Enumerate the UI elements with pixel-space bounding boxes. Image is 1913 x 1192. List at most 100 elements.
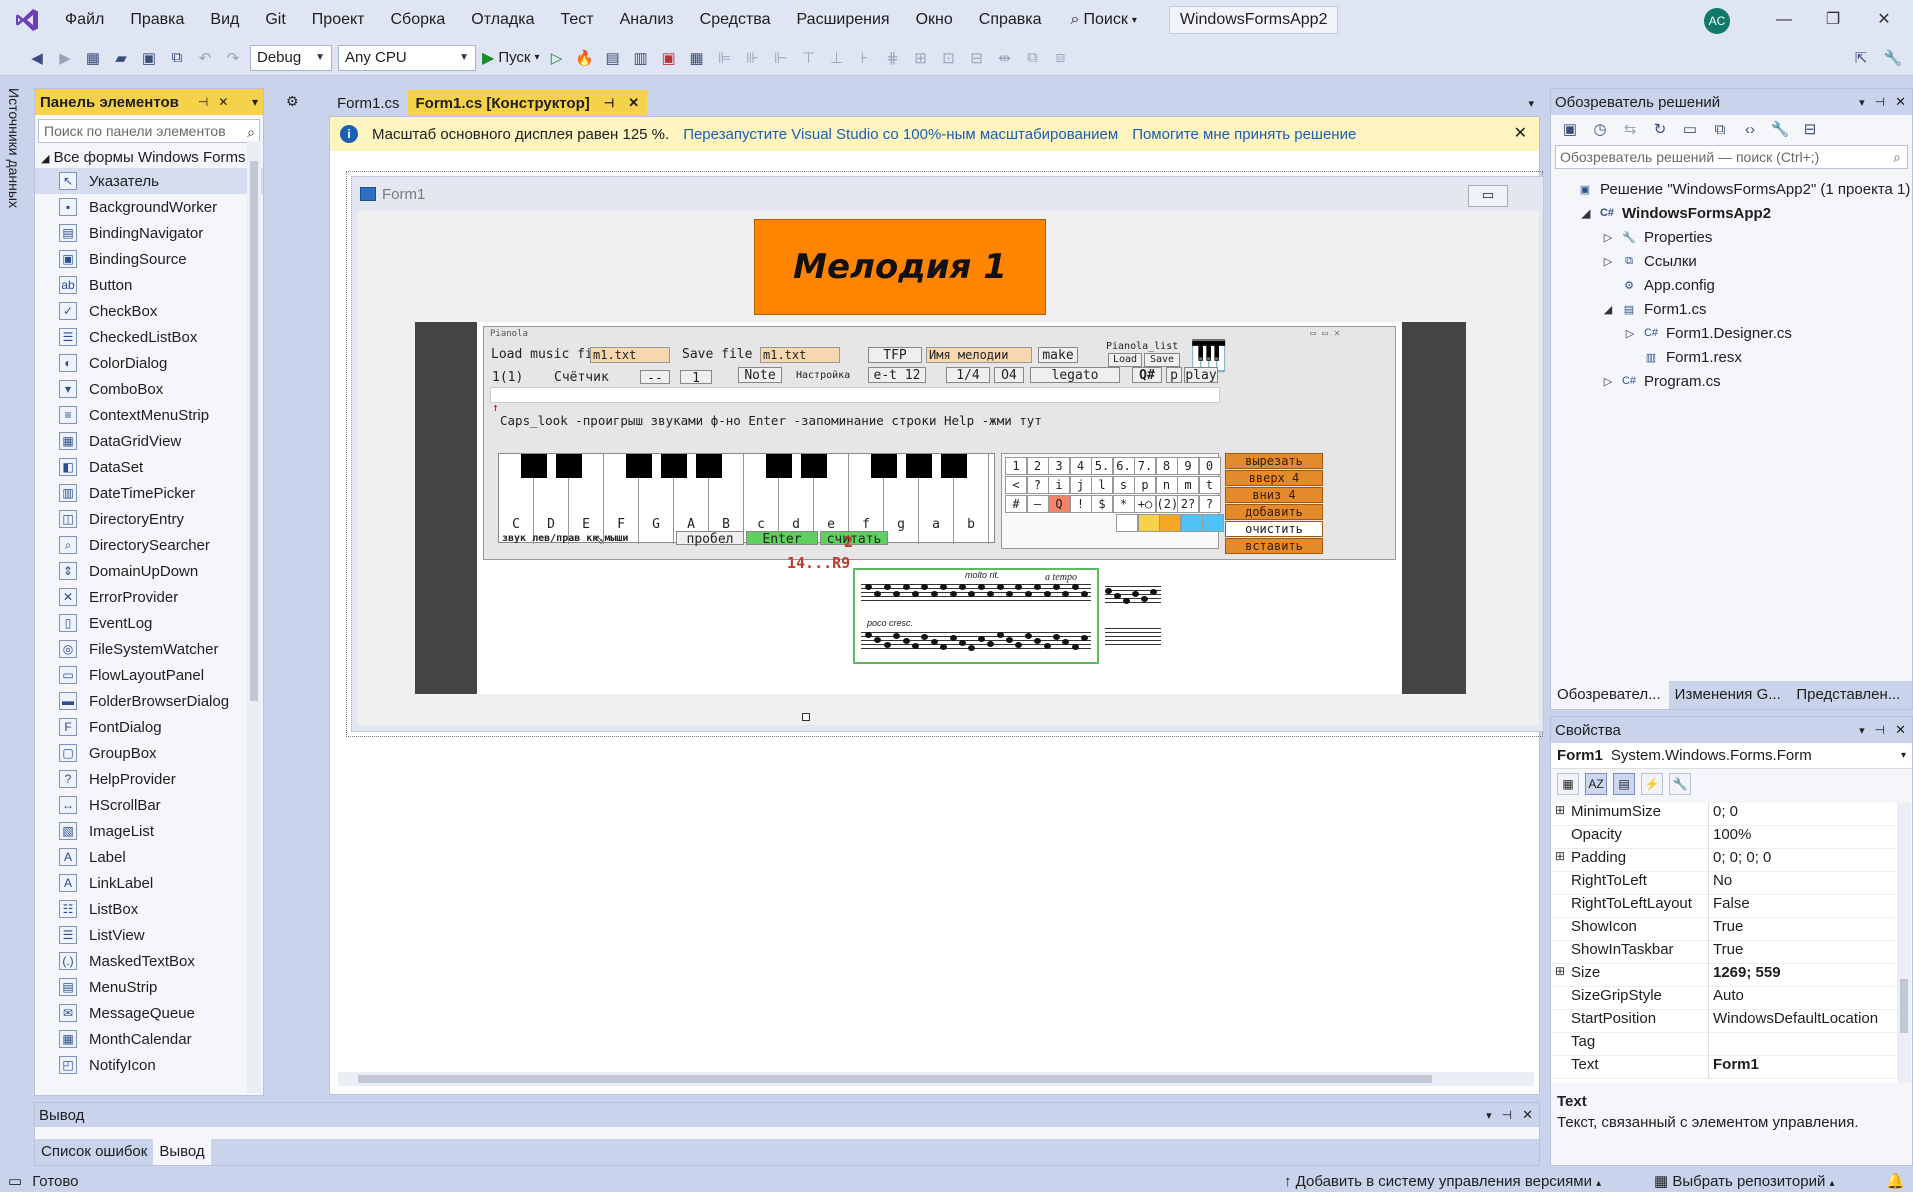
close-icon[interactable]: ✕: [1522, 1107, 1539, 1123]
expand-icon[interactable]: ▷: [1601, 255, 1615, 268]
property-value[interactable]: Form1: [1709, 1056, 1897, 1078]
categorized-icon[interactable]: ▦: [1557, 773, 1579, 795]
help-decide-link[interactable]: Помогите мне принять решение: [1132, 126, 1356, 143]
form-selection-frame[interactable]: Form1 ▭ Мелодия 1 Pianola ▭ ▭ ✕ Load mus…: [346, 171, 1544, 737]
chevron-down-icon[interactable]: ▾: [1528, 97, 1540, 116]
redo-icon[interactable]: ↷: [222, 47, 244, 69]
open-folder-icon[interactable]: ▰: [110, 47, 132, 69]
restore-window-button[interactable]: ❐: [1810, 0, 1856, 40]
toolbox-item[interactable]: ↖ Указатель: [35, 168, 263, 194]
spacing-icon[interactable]: ⊟: [966, 47, 988, 69]
menu-item[interactable]: Расширения: [784, 0, 903, 40]
form1-window[interactable]: Form1 ▭ Мелодия 1 Pianola ▭ ▭ ✕ Load mus…: [351, 176, 1544, 732]
property-row[interactable]: Tag: [1551, 1033, 1897, 1056]
alphabetical-icon[interactable]: AZ: [1585, 773, 1607, 795]
toolbox-item[interactable]: (.) MaskedTextBox: [35, 948, 263, 974]
property-value[interactable]: 0; 0: [1709, 803, 1897, 825]
toolbox-window-icon[interactable]: ▣: [658, 47, 680, 69]
toolbox-item[interactable]: ◐ ColorDialog: [35, 350, 263, 376]
start-without-debugging-icon[interactable]: ▷: [546, 47, 568, 69]
close-window-button[interactable]: ✕: [1861, 0, 1907, 40]
events-icon[interactable]: ⚡: [1641, 773, 1663, 795]
toolbox-item[interactable]: ✉ MessageQueue: [35, 1000, 263, 1026]
property-row[interactable]: Text Form1: [1551, 1056, 1897, 1079]
expand-icon[interactable]: ⊞: [1551, 849, 1569, 871]
tree-item[interactable]: ▣ Решение "WindowsFormsApp2" (1 проекта 1…: [1551, 177, 1912, 201]
form-minimize-button[interactable]: ▭: [1468, 185, 1508, 207]
tab-form1-cs[interactable]: Form1.cs: [329, 90, 408, 116]
tree-item[interactable]: ▷ C# Program.cs: [1551, 369, 1912, 393]
settings-icon[interactable]: ⚙: [286, 93, 299, 110]
align-left-icon[interactable]: ⊫: [714, 47, 736, 69]
property-row[interactable]: RightToLeft No: [1551, 872, 1897, 895]
chevron-down-icon[interactable]: ▾: [1859, 724, 1875, 737]
make-same-size-icon[interactable]: ⊞: [910, 47, 932, 69]
property-row[interactable]: ShowInTaskbar True: [1551, 941, 1897, 964]
toolbox-group-header[interactable]: ◢ Все формы Windows Forms: [35, 147, 263, 168]
property-value[interactable]: WindowsDefaultLocation: [1709, 1010, 1897, 1032]
search-button[interactable]: ⌕ Поиск ▾: [1061, 11, 1147, 29]
solution-explorer-tab[interactable]: Изменения G...: [1669, 681, 1791, 709]
menu-item[interactable]: Проект: [299, 0, 378, 40]
toolbox-item[interactable]: F FontDialog: [35, 714, 263, 740]
sync-icon[interactable]: ⇆: [1619, 118, 1641, 140]
property-value[interactable]: 1269; 559: [1709, 964, 1897, 986]
property-value[interactable]: [1709, 1033, 1897, 1055]
scroll-thumb[interactable]: [250, 161, 258, 701]
show-all-files-icon[interactable]: ⧉: [1709, 118, 1731, 140]
toolbox-item[interactable]: ☷ ListBox: [35, 896, 263, 922]
back-icon[interactable]: ◀: [26, 47, 48, 69]
close-icon[interactable]: ✕: [213, 95, 233, 109]
tab-error-list[interactable]: Список ошибок: [35, 1139, 153, 1165]
align-top-icon[interactable]: ⊤: [798, 47, 820, 69]
toolbox-item[interactable]: ✕ ErrorProvider: [35, 584, 263, 610]
data-sources-tab[interactable]: Источники данных: [6, 88, 22, 208]
properties-window-icon[interactable]: ▥: [630, 47, 652, 69]
menu-item[interactable]: Вид: [197, 0, 252, 40]
add-to-source-control-button[interactable]: ↑ Добавить в систему управления версиями…: [1284, 1173, 1601, 1190]
pin-icon[interactable]: ⊣: [1502, 1108, 1522, 1122]
collapse-all-icon[interactable]: ▭: [1679, 118, 1701, 140]
resize-handle-icon[interactable]: [802, 713, 810, 721]
align-bottom-icon[interactable]: ⊦: [854, 47, 876, 69]
align-grid-icon[interactable]: ⋕: [882, 47, 904, 69]
menu-item[interactable]: Отладка: [458, 0, 547, 40]
property-value[interactable]: False: [1709, 895, 1897, 917]
property-value[interactable]: 100%: [1709, 826, 1897, 848]
menu-item[interactable]: Правка: [117, 0, 197, 40]
send-to-back-icon[interactable]: ⧈: [1050, 47, 1072, 69]
minimize-window-button[interactable]: —: [1761, 0, 1807, 40]
property-object-select[interactable]: Form1 System.Windows.Forms.Form ▾: [1551, 743, 1912, 769]
tab-form1-designer[interactable]: Form1.cs [Конструктор] ⊣ ✕: [407, 90, 648, 116]
tree-item[interactable]: ⚙ App.config: [1551, 273, 1912, 297]
toolbox-item[interactable]: ▬ FolderBrowserDialog: [35, 688, 263, 714]
toolbox-item[interactable]: ▤ BindingNavigator: [35, 220, 263, 246]
toolbox-item[interactable]: ▾ ComboBox: [35, 376, 263, 402]
toolbox-item[interactable]: ▥ DateTimePicker: [35, 480, 263, 506]
tree-item[interactable]: ◢ C# WindowsFormsApp2: [1551, 201, 1912, 225]
toolbox-item[interactable]: ▦ MonthCalendar: [35, 1026, 263, 1052]
property-row[interactable]: StartPosition WindowsDefaultLocation: [1551, 1010, 1897, 1033]
property-value[interactable]: True: [1709, 918, 1897, 940]
menu-item[interactable]: Средства: [687, 0, 784, 40]
toolbox-item[interactable]: ◧ DataSet: [35, 454, 263, 480]
run-button[interactable]: ▶ Пуск ▾: [482, 48, 540, 68]
align-center-icon[interactable]: ⊪: [742, 47, 764, 69]
avatar[interactable]: AC: [1704, 8, 1730, 34]
align-right-icon[interactable]: ⊩: [770, 47, 792, 69]
scroll-thumb[interactable]: [1900, 979, 1908, 1033]
expand-icon[interactable]: ⊞: [1551, 964, 1569, 986]
configuration-select[interactable]: Debug ▼: [250, 44, 332, 71]
chevron-down-icon[interactable]: ▾: [1486, 1109, 1502, 1122]
notification-bell-icon[interactable]: 🔔: [1886, 1172, 1905, 1190]
hot-reload-icon[interactable]: 🔥: [574, 47, 596, 69]
tree-item[interactable]: ◢ ▤ Form1.cs: [1551, 297, 1912, 321]
server-explorer-icon[interactable]: ▦: [686, 47, 708, 69]
property-row[interactable]: Opacity 100%: [1551, 826, 1897, 849]
menu-item[interactable]: Файл: [52, 0, 117, 40]
toolbox-item[interactable]: ◎ FileSystemWatcher: [35, 636, 263, 662]
property-row[interactable]: ⊞ Size 1269; 559: [1551, 964, 1897, 987]
menu-item[interactable]: Git: [252, 0, 298, 40]
toolbox-item[interactable]: ▧ ImageList: [35, 818, 263, 844]
toolbox-item[interactable]: ▤ MenuStrip: [35, 974, 263, 1000]
